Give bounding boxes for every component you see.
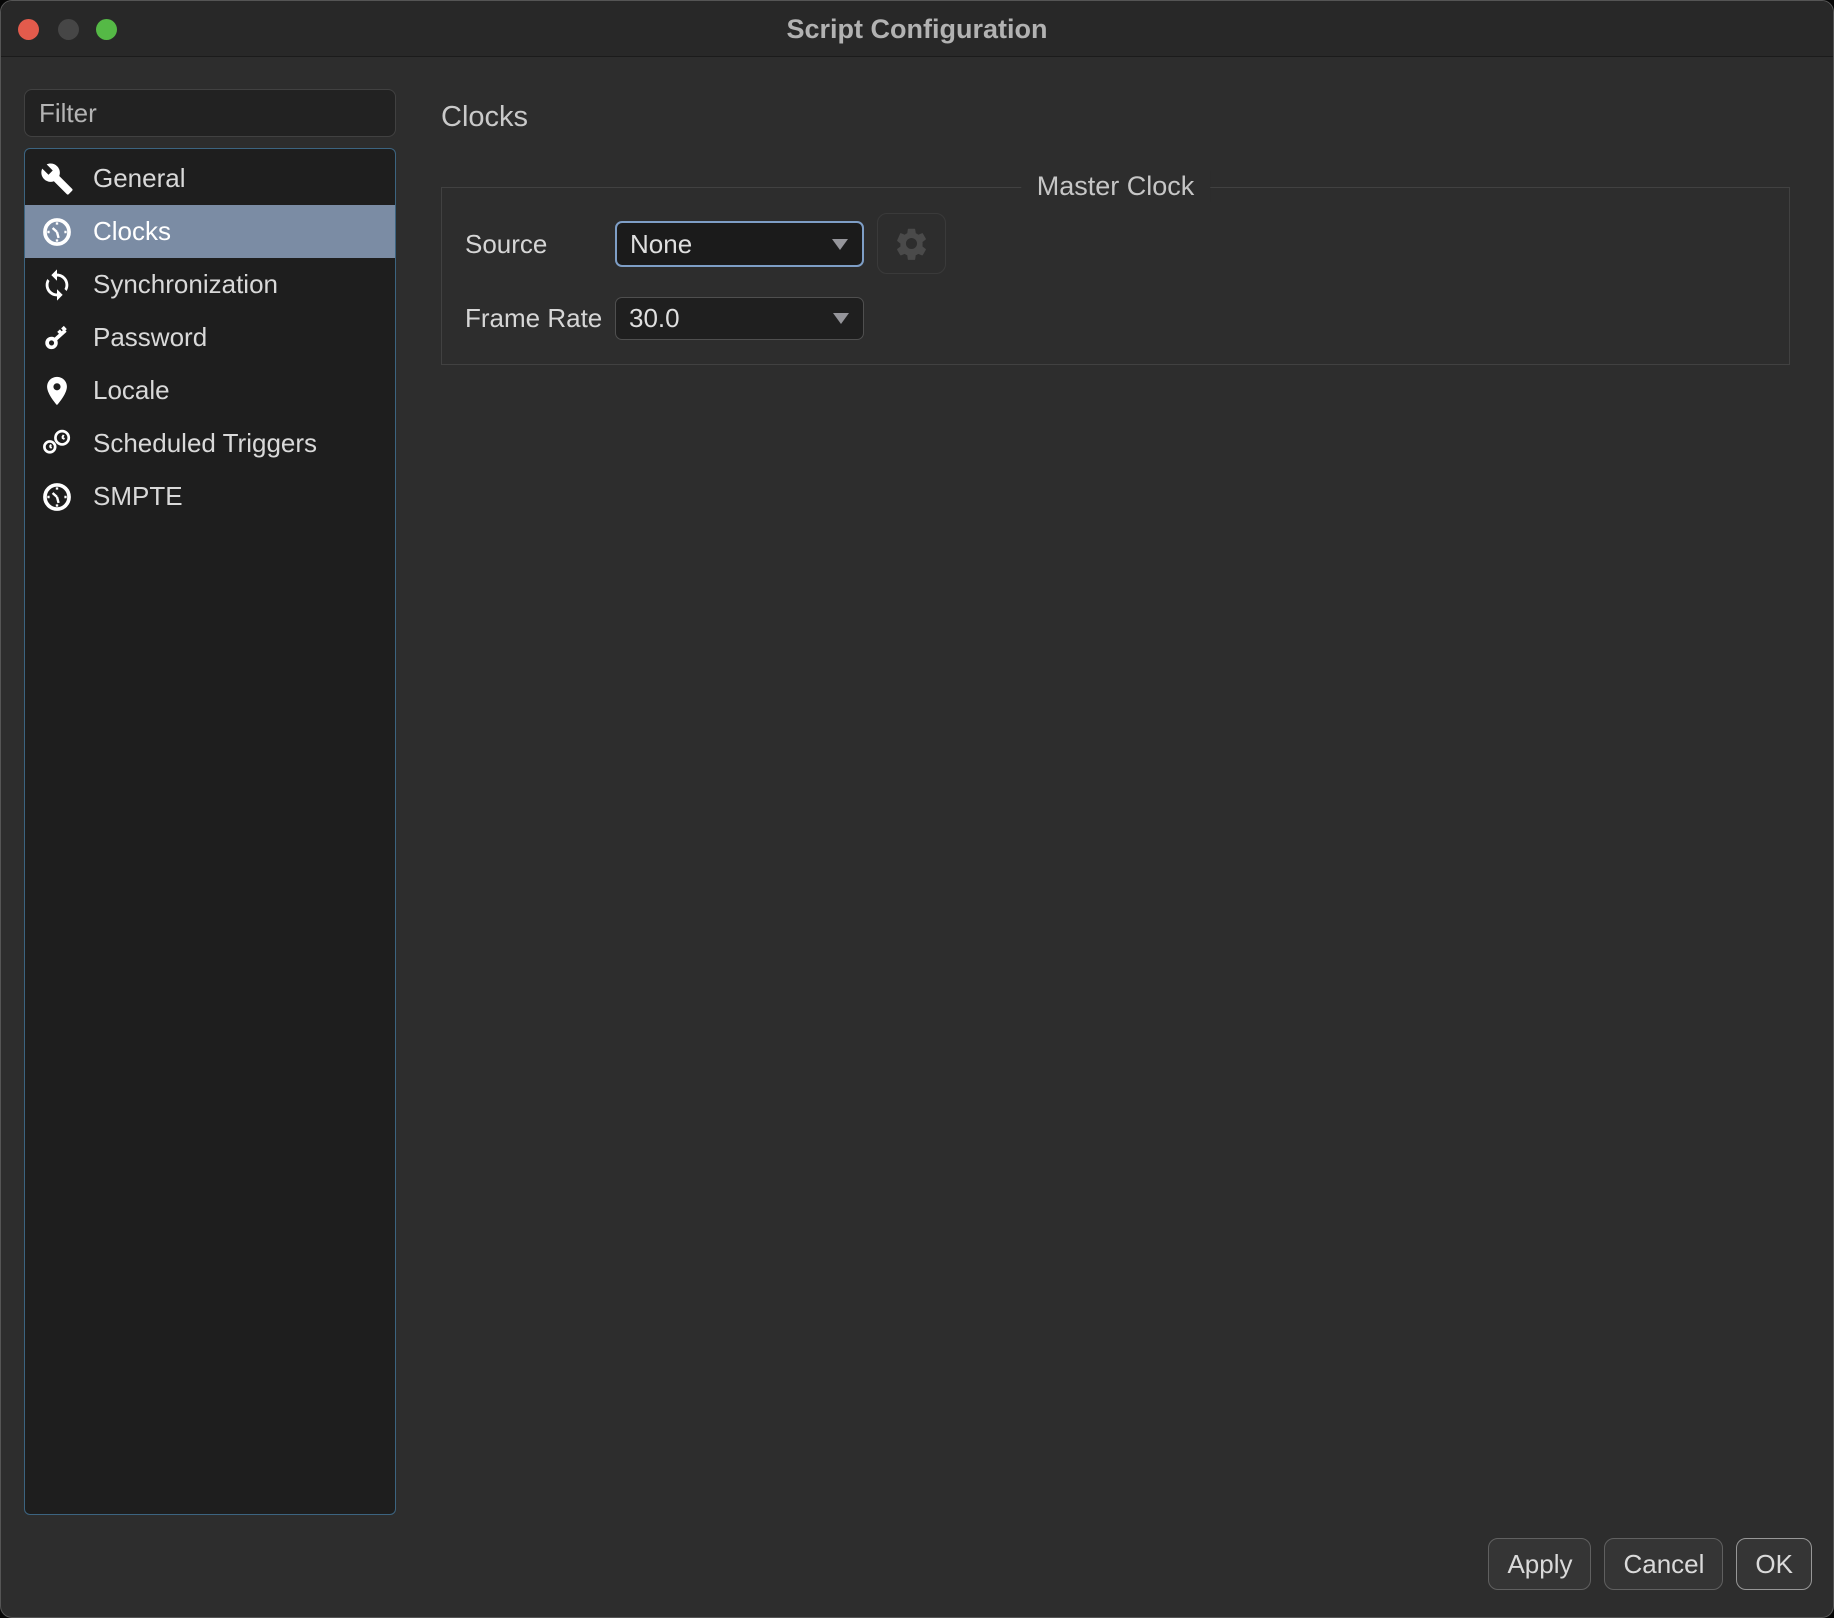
cancel-button[interactable]: Cancel bbox=[1604, 1538, 1723, 1590]
sidebar-item-label: Synchronization bbox=[93, 269, 278, 300]
chevron-down-icon bbox=[832, 239, 848, 250]
group-title: Master Clock bbox=[1021, 171, 1211, 202]
source-dropdown-value: None bbox=[630, 229, 692, 260]
sidebar-item-label: Scheduled Triggers bbox=[93, 428, 317, 459]
source-label: Source bbox=[465, 221, 547, 267]
chevron-down-icon bbox=[833, 313, 849, 324]
clock-dial-icon bbox=[38, 478, 76, 516]
page-title: Clocks bbox=[441, 101, 528, 134]
sidebar-item-password[interactable]: Password bbox=[25, 311, 395, 364]
master-clock-group: Master Clock Source None Frame Rate 30.0 bbox=[441, 187, 1790, 365]
titlebar[interactable]: Script Configuration bbox=[1, 1, 1833, 57]
sidebar-item-label: SMPTE bbox=[93, 481, 183, 512]
sidebar-item-scheduled-triggers[interactable]: Scheduled Triggers bbox=[25, 417, 395, 470]
sync-icon bbox=[38, 266, 76, 304]
sidebar-item-locale[interactable]: Locale bbox=[25, 364, 395, 417]
source-dropdown[interactable]: None bbox=[615, 221, 864, 267]
sidebar-item-label: General bbox=[93, 163, 186, 194]
sidebar-item-label: Password bbox=[93, 322, 207, 353]
gear-icon bbox=[893, 225, 930, 262]
filter-input[interactable] bbox=[24, 89, 396, 137]
sidebar-item-label: Locale bbox=[93, 375, 170, 406]
ok-button[interactable]: OK bbox=[1736, 1538, 1812, 1590]
sidebar-item-synchronization[interactable]: Synchronization bbox=[25, 258, 395, 311]
clock-settings-button[interactable] bbox=[877, 213, 946, 274]
window-title: Script Configuration bbox=[1, 14, 1833, 45]
sidebar-item-clocks[interactable]: Clocks bbox=[25, 205, 395, 258]
settings-nav-list: General Clocks Synchronization Password Loca… bbox=[24, 148, 396, 1515]
sidebar-item-label: Clocks bbox=[93, 216, 171, 247]
clock-icon bbox=[38, 213, 76, 251]
key-icon bbox=[38, 319, 76, 357]
sidebar-item-smpte[interactable]: SMPTE bbox=[25, 470, 395, 523]
frame-rate-dropdown[interactable]: 30.0 bbox=[615, 297, 864, 340]
sidebar-item-general[interactable]: General bbox=[25, 152, 395, 205]
apply-button[interactable]: Apply bbox=[1488, 1538, 1591, 1590]
frame-rate-label: Frame Rate bbox=[465, 297, 602, 340]
map-pin-icon bbox=[38, 372, 76, 410]
clocks-pair-icon bbox=[38, 425, 76, 463]
dialog-buttons: ApplyCancelOK bbox=[1488, 1538, 1812, 1590]
script-configuration-dialog: Script Configuration General Clocks Synchr… bbox=[0, 0, 1834, 1618]
wrench-icon bbox=[38, 160, 76, 198]
frame-rate-dropdown-value: 30.0 bbox=[629, 303, 680, 334]
